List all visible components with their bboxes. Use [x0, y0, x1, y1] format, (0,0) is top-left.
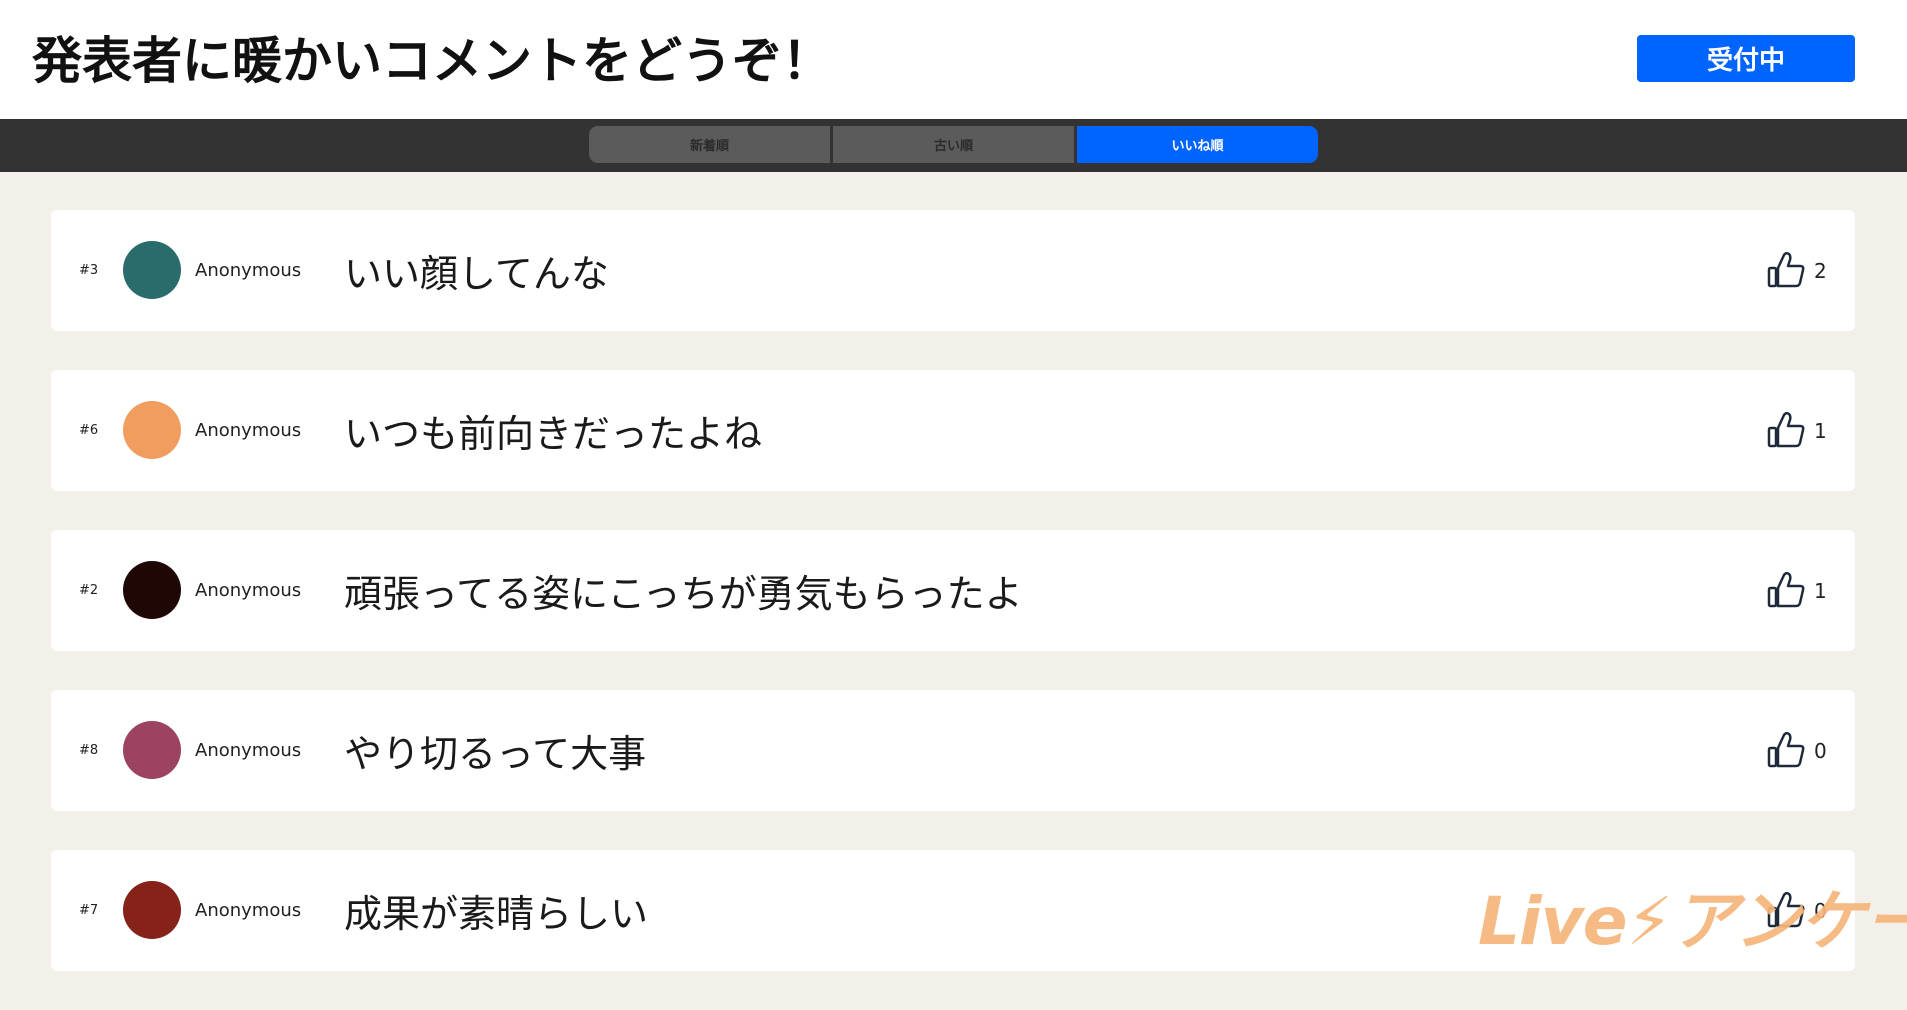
avatar [123, 241, 181, 299]
status-button[interactable]: 受付中 [1637, 35, 1855, 82]
author-name: Anonymous [195, 580, 302, 601]
author-name: Anonymous [195, 740, 302, 761]
avatar [123, 721, 181, 779]
author-name: Anonymous [195, 260, 302, 281]
comment-text: やり切るって大事 [344, 732, 647, 776]
comment-card: #3 Anonymous いい顔してんな 2 [51, 210, 1855, 331]
header: 発表者に暖かいコメントをどうぞ！ 受付中 [0, 0, 1907, 119]
thumbs-up-icon[interactable] [1765, 729, 1807, 771]
page-title: 発表者に暖かいコメントをどうぞ！ [32, 32, 832, 90]
tab-oldest[interactable]: 古い順 [833, 126, 1074, 163]
tab-newest[interactable]: 新着順 [589, 126, 830, 163]
comment-text: 頑張ってる姿にこっちが勇気もらったよ [344, 572, 1023, 616]
comment-number: #6 [79, 423, 99, 438]
author-name: Anonymous [195, 420, 302, 441]
comment-text: いつも前向きだったよね [344, 412, 763, 456]
comment-number: #3 [79, 263, 99, 278]
sort-tab-bar: 新着順 古い順 いいね順 [0, 119, 1907, 172]
thumbs-up-icon[interactable] [1765, 569, 1807, 611]
like-count: 1 [1814, 418, 1827, 443]
like-count: 1 [1814, 578, 1827, 603]
avatar [123, 561, 181, 619]
comment-text: 成果が素晴らしい [344, 892, 649, 936]
comment-number: #7 [79, 903, 99, 918]
comment-number: #8 [79, 743, 99, 758]
comment-card: #6 Anonymous いつも前向きだったよね 1 [51, 370, 1855, 491]
thumbs-up-icon[interactable] [1765, 409, 1807, 451]
like-count: 2 [1814, 258, 1827, 283]
comment-card: #8 Anonymous やり切るって大事 0 [51, 690, 1855, 811]
comment-card: #2 Anonymous 頑張ってる姿にこっちが勇気もらったよ 1 [51, 530, 1855, 651]
thumbs-up-icon[interactable] [1765, 249, 1807, 291]
avatar [123, 401, 181, 459]
avatar [123, 881, 181, 939]
tab-most-liked[interactable]: いいね順 [1077, 126, 1318, 163]
brand-watermark: Live⚡アンケート [1478, 883, 1907, 960]
comment-text: いい顔してんな [344, 252, 609, 296]
author-name: Anonymous [195, 900, 302, 921]
like-count: 0 [1814, 738, 1827, 763]
comment-number: #2 [79, 583, 99, 598]
sort-tabs: 新着順 古い順 いいね順 [589, 126, 1318, 163]
